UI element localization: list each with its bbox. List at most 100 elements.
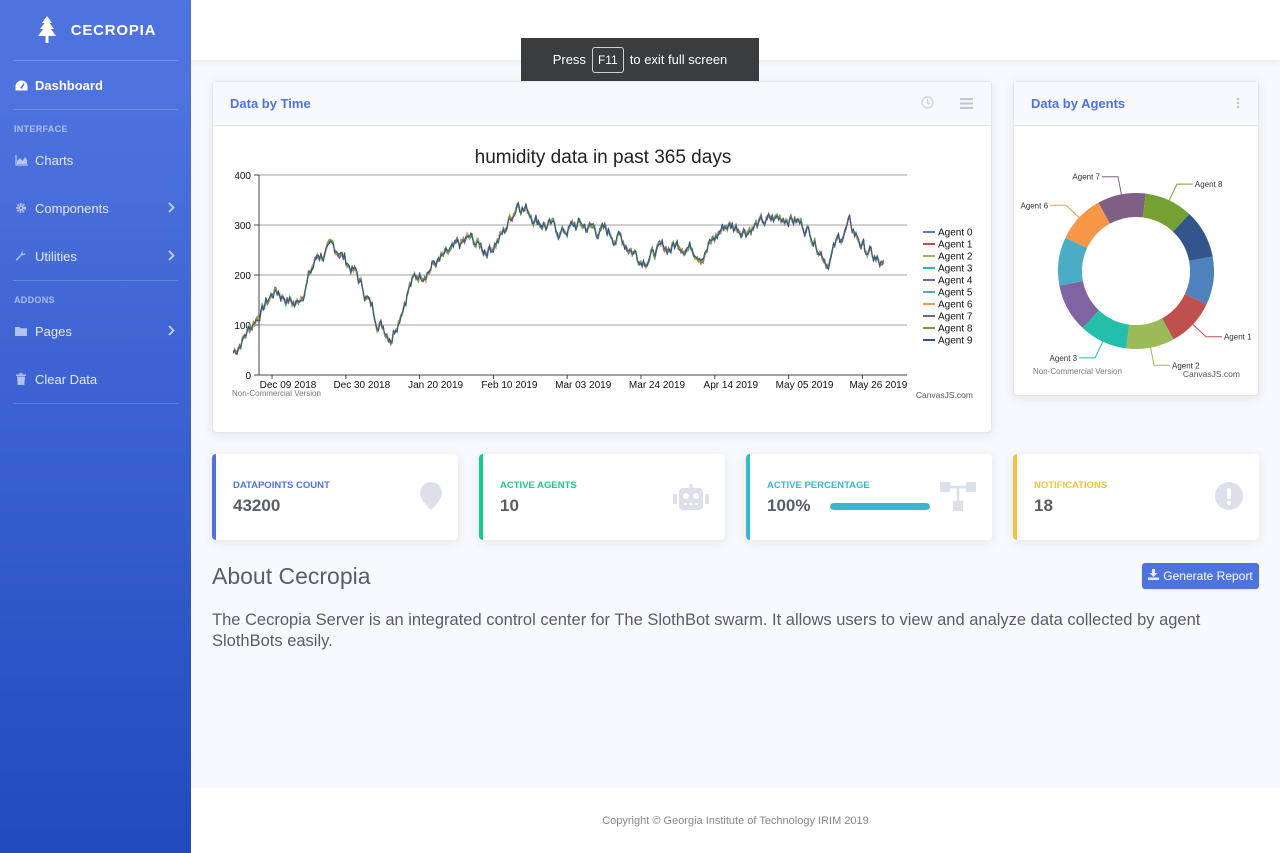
exclamation-circle-icon (1215, 482, 1243, 515)
wrench-icon (14, 249, 28, 263)
legend-label: Agent 1 (938, 240, 973, 251)
sidebar-item-label: Dashboard (35, 77, 103, 93)
more-vertical-icon[interactable] (1236, 96, 1240, 114)
trash-icon (14, 372, 28, 386)
series-line-4 (232, 204, 884, 356)
agents-donut-chart: Agent 1Agent 2Agent 3Agent 6Agent 7Agent… (1020, 173, 1252, 379)
stat-card-active-percentage: ACTIVE PERCENTAGE 100% (746, 454, 992, 540)
legend-label: Agent 8 (938, 324, 973, 335)
x-tick-label: Feb 10 2019 (481, 380, 538, 391)
stat-card-notifications: NOTIFICATIONS 18 (1013, 454, 1259, 540)
chevron-right-icon (168, 249, 175, 264)
y-tick-label: 200 (234, 271, 251, 282)
watermark-right: CanvasJS.com (1183, 369, 1240, 379)
download-icon (1148, 569, 1160, 583)
stat-label: ACTIVE AGENTS (500, 480, 577, 491)
x-tick-label: Jan 20 2019 (408, 380, 463, 391)
chart-title: humidity data in past 365 days (475, 147, 732, 168)
sidebar-item-dashboard[interactable]: Dashboard (0, 61, 191, 109)
brand[interactable]: CECROPIA (0, 0, 191, 60)
legend-label: Agent 3 (938, 264, 973, 275)
stat-value: 18 (1034, 496, 1053, 515)
x-tick-label: Apr 14 2019 (704, 380, 759, 391)
tachometer-icon (14, 78, 28, 92)
clock-icon[interactable] (921, 96, 934, 114)
donut-label: Agent 3 (1050, 354, 1078, 363)
cog-icon (14, 201, 28, 215)
legend-label: Agent 4 (938, 276, 973, 287)
sidebar-item-pages[interactable]: Pages (0, 307, 191, 355)
folder-icon (14, 324, 28, 338)
series-line-9 (232, 202, 884, 356)
legend-label: Agent 2 (938, 252, 973, 263)
series-line-7 (232, 200, 884, 355)
brand-name: CECROPIA (70, 21, 157, 39)
x-tick-label: May 05 2019 (776, 380, 834, 391)
legend-label: Agent 7 (938, 312, 973, 323)
stat-label: DATAPOINTS COUNT (233, 480, 330, 491)
donut-label-connector (1079, 341, 1104, 359)
x-tick-label: Mar 03 2019 (555, 380, 612, 391)
stat-label: NOTIFICATIONS (1034, 480, 1108, 491)
series-line-5 (232, 202, 884, 355)
copyright-text: Copyright © Georgia Institute of Technol… (602, 814, 869, 827)
toast-press-text: Press (552, 52, 586, 67)
watermark-left: Non-Commercial Version (1033, 367, 1122, 376)
about-text: The Cecropia Server is an integrated con… (212, 611, 1201, 650)
sidebar-divider (13, 403, 178, 404)
map-marker-icon (420, 482, 442, 515)
series-line-2 (232, 204, 884, 355)
sidebar-item-label: Charts (35, 152, 74, 168)
menu-icon[interactable] (960, 96, 973, 114)
sidebar-item-utilities[interactable]: Utilities (0, 232, 191, 280)
stat-label: ACTIVE PERCENTAGE (767, 480, 870, 491)
legend-label: Agent 0 (938, 228, 973, 239)
donut-label-connector (1150, 347, 1170, 366)
toast-rest-text: to exit full screen (629, 52, 728, 67)
donut-label: Agent 1 (1224, 333, 1252, 342)
donut-label-connector (1168, 183, 1193, 201)
sidebar-item-label: Clear Data (35, 371, 98, 387)
y-tick-label: 400 (234, 171, 251, 182)
series-line-0 (232, 201, 884, 356)
donut-label: Agent 8 (1195, 180, 1223, 189)
sidebar: CECROPIA Dashboard INTERFACE Charts Comp… (0, 0, 191, 853)
humidity-line-chart: humidity data in past 365 days 010020030… (232, 147, 973, 400)
stat-card-datapoints: DATAPOINTS COUNT 43200 (212, 454, 458, 540)
sidebar-item-label: Utilities (35, 248, 77, 264)
card-header: Data by Agents (1014, 82, 1258, 126)
chevron-right-icon (168, 201, 175, 216)
stat-value: 43200 (233, 496, 281, 515)
sidebar-item-charts[interactable]: Charts (0, 136, 191, 184)
x-tick-label: Dec 30 2018 (333, 380, 390, 391)
card-title: Data by Agents (1031, 96, 1126, 111)
area-chart-icon (14, 153, 28, 167)
sidebar-item-label: Pages (35, 323, 72, 339)
x-tick-label: Mar 24 2019 (629, 380, 686, 391)
sidebar-item-clear-data[interactable]: Clear Data (0, 355, 191, 403)
toast-key: F11 (591, 46, 624, 73)
stat-value: 10 (500, 496, 519, 515)
legend-label: Agent 5 (938, 288, 973, 299)
stat-value: 100% (767, 496, 811, 515)
y-tick-label: 300 (234, 221, 251, 232)
chevron-right-icon (168, 324, 175, 339)
donut-label-connector (1192, 324, 1222, 338)
series-line-6 (232, 201, 884, 354)
generate-report-button[interactable]: Generate Report (1142, 563, 1259, 589)
donut-label: Agent 6 (1020, 201, 1048, 210)
series-line-1 (232, 204, 884, 353)
donut-label: Agent 7 (1072, 173, 1100, 182)
sidebar-item-components[interactable]: Components (0, 184, 191, 232)
series-line-8 (233, 202, 884, 353)
progress-fill (830, 503, 930, 510)
sidebar-item-label: Components (35, 200, 109, 216)
progress-bar (830, 503, 930, 510)
watermark-right: CanvasJS.com (916, 390, 973, 400)
fullscreen-toast: Press F11 to exit full screen (521, 38, 759, 81)
generate-report-label: Generate Report (1163, 569, 1253, 583)
tree-icon (37, 16, 56, 43)
x-tick-label: May 26 2019 (849, 380, 907, 391)
donut-label-connector (1102, 176, 1122, 195)
card-header-icons (921, 96, 973, 114)
